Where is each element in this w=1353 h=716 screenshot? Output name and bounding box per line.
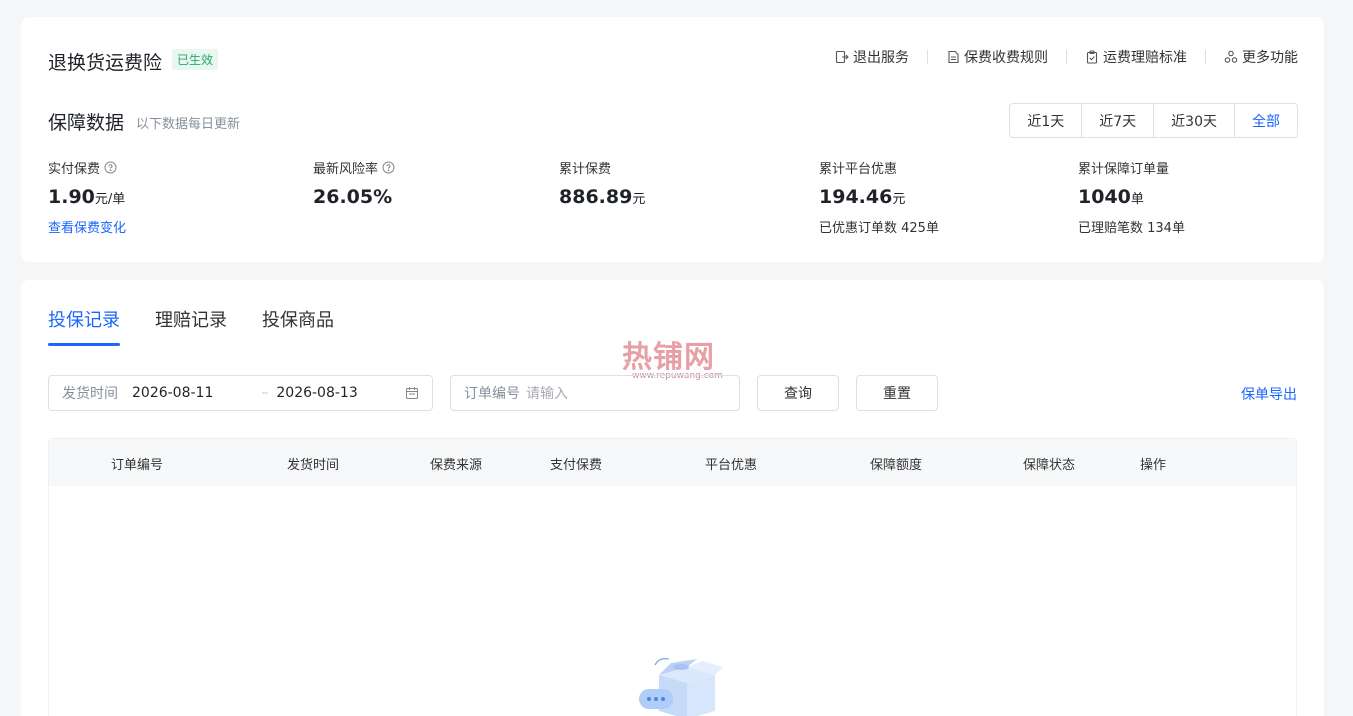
- clipboard-icon: [1085, 50, 1099, 64]
- premium-rules-link[interactable]: 保费收费规则: [946, 47, 1048, 67]
- document-icon: [946, 50, 960, 64]
- date-separator: –: [261, 385, 269, 401]
- exit-service-label: 退出服务: [853, 50, 909, 66]
- column-header: 保费来源: [430, 458, 483, 473]
- order-number-filter[interactable]: 订单编号 请输入: [450, 375, 740, 411]
- divider: [927, 50, 928, 64]
- watermark-text: 热铺网: [622, 340, 715, 375]
- premium-rules-label: 保费收费规则: [964, 50, 1048, 66]
- stat-value: 194.46: [819, 186, 893, 208]
- stat-unit: 元/单: [94, 192, 126, 207]
- stat-value: 1040: [1078, 186, 1131, 208]
- column-header: 保障状态: [1023, 458, 1076, 473]
- order-number-input[interactable]: 请输入: [526, 383, 568, 403]
- range-all[interactable]: 全部: [1235, 104, 1297, 137]
- tab-claim-records[interactable]: 理赔记录: [155, 306, 227, 346]
- stat-sub: 已理赔笔数 134单: [1078, 221, 1185, 236]
- stat-label: 累计保费: [559, 162, 612, 177]
- ship-date-range-picker[interactable]: 发货时间 2026-08-11 – 2026-08-13: [48, 375, 433, 411]
- stat-value: 1.90: [48, 186, 95, 208]
- time-range-selector: 近1天 近7天 近30天 全部: [1009, 103, 1298, 138]
- section-note: 以下数据每日更新: [136, 117, 241, 132]
- more-functions-label: 更多功能: [1242, 50, 1298, 66]
- stat-label: 累计平台优惠: [819, 162, 898, 177]
- stat-risk-rate: 最新风险率 26.05%: [313, 158, 395, 208]
- column-header: 平台优惠: [705, 458, 758, 473]
- claim-standard-link[interactable]: 运费理赔标准: [1085, 47, 1187, 67]
- exit-icon: [835, 50, 849, 64]
- table-header: 订单编号 发货时间 保费来源 支付保费 平台优惠 保障额度 保障状态 操作: [49, 439, 1296, 486]
- reset-button[interactable]: 重置: [856, 375, 938, 411]
- stat-label: 累计保障订单量: [1078, 162, 1170, 177]
- column-header: 保障额度: [870, 458, 923, 473]
- records-card: 投保记录 理赔记录 投保商品 热铺网 www.repuwang.com 发货时间…: [21, 280, 1324, 716]
- more-apps-icon: [1224, 50, 1238, 64]
- section-title: 保障数据: [48, 112, 125, 134]
- range-7-days[interactable]: 近7天: [1082, 104, 1155, 137]
- claim-standard-label: 运费理赔标准: [1103, 50, 1187, 66]
- calendar-icon[interactable]: [405, 386, 419, 400]
- insurance-overview-card: 退换货运费险 已生效 退出服务 保费收费规则 运费理赔标准 更多功能 保障数据 …: [21, 17, 1324, 262]
- date-filter-label: 发货时间: [62, 386, 118, 402]
- query-button[interactable]: 查询: [757, 375, 839, 411]
- help-icon[interactable]: [382, 161, 395, 174]
- tab-insurance-records[interactable]: 投保记录: [48, 306, 120, 346]
- export-policy-link[interactable]: 保单导出: [1241, 384, 1297, 404]
- stat-platform-discount: 累计平台优惠 194.46元 已优惠订单数 425单: [819, 158, 939, 236]
- order-filter-label: 订单编号: [464, 386, 520, 402]
- column-header: 支付保费: [550, 458, 603, 473]
- divider: [1205, 50, 1206, 64]
- tab-insured-products[interactable]: 投保商品: [262, 306, 334, 346]
- range-1-day[interactable]: 近1天: [1010, 104, 1083, 137]
- stat-label: 最新风险率: [313, 162, 379, 177]
- range-30-days[interactable]: 近30天: [1154, 104, 1235, 137]
- divider: [1066, 50, 1067, 64]
- date-end-value[interactable]: 2026-08-13: [276, 385, 357, 401]
- stat-unit: 单: [1130, 192, 1144, 207]
- column-header: 操作: [1140, 458, 1167, 473]
- stat-sub: 已优惠订单数 425单: [819, 221, 939, 236]
- page-title: 退换货运费险: [48, 52, 163, 74]
- help-icon[interactable]: [104, 161, 117, 174]
- stat-label: 实付保费: [48, 162, 101, 177]
- insurance-records-table: 订单编号 发货时间 保费来源 支付保费 平台优惠 保障额度 保障状态 操作: [48, 438, 1297, 716]
- stat-protected-orders: 累计保障订单量 1040单 已理赔笔数 134单: [1078, 158, 1185, 236]
- stat-unit: 元: [632, 192, 646, 207]
- stat-paid-premium: 实付保费 1.90元/单 查看保费变化: [48, 158, 126, 236]
- stat-value: 886.89: [559, 186, 633, 208]
- stat-value: 26.05%: [313, 186, 393, 208]
- status-badge: 已生效: [172, 49, 219, 70]
- exit-service-link[interactable]: 退出服务: [835, 47, 909, 67]
- view-premium-changes-link[interactable]: 查看保费变化: [48, 217, 126, 236]
- column-header: 发货时间: [287, 458, 340, 473]
- stat-total-premium: 累计保费 886.89元: [559, 158, 645, 208]
- date-start-value[interactable]: 2026-08-11: [132, 385, 213, 401]
- records-tabs: 投保记录 理赔记录 投保商品: [48, 306, 369, 346]
- stat-unit: 元: [892, 192, 906, 207]
- column-header: 订单编号: [111, 458, 164, 473]
- more-functions-link[interactable]: 更多功能: [1224, 47, 1298, 67]
- empty-state-box-icon: [619, 645, 729, 716]
- header-links: 退出服务 保费收费规则 运费理赔标准 更多功能: [835, 47, 1298, 67]
